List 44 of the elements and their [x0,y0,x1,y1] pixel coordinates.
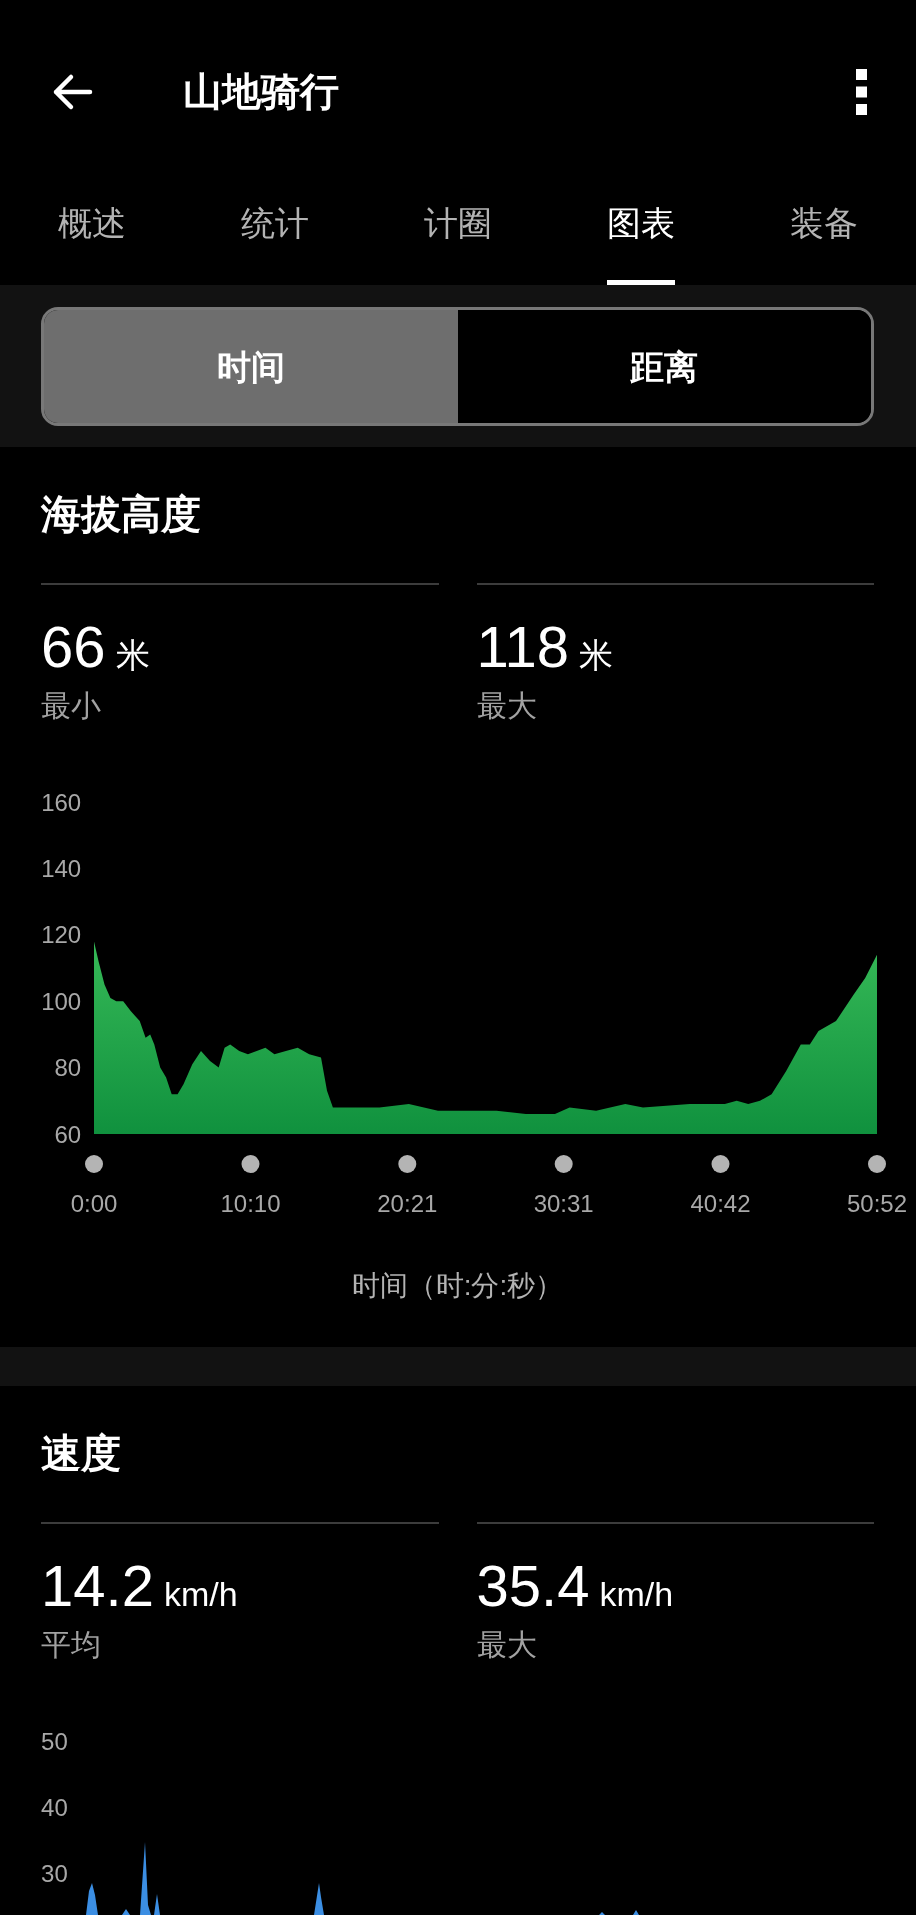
stat-label: 最大 [476,1628,538,1662]
tick-marker-icon [241,1155,260,1173]
page-title: 山地骑行 [183,69,340,115]
tab[interactable]: 装备 [790,184,859,285]
tick-marker-icon [554,1155,573,1173]
tab[interactable]: 概述 [57,184,126,285]
stat-unit: km/h [163,1574,238,1615]
stat-unit: km/h [599,1574,674,1615]
tick-marker-icon [711,1155,730,1173]
stat-label: 平均 [41,1628,102,1662]
axis-title: 时间（时:分:秒） [350,1269,565,1303]
tick-marker-icon [868,1155,886,1173]
stat-label: 最小 [41,689,102,723]
x-tick-label: 20:21 [377,1189,438,1217]
y-tick-label: 80 [54,1054,82,1082]
kebab-menu-icon[interactable] [856,69,867,115]
section-title: 速度 [41,1433,122,1473]
tab[interactable]: 计圈 [424,184,492,285]
tick-marker-icon [398,1155,417,1173]
tick-marker-icon [85,1155,103,1173]
y-tick-label: 100 [41,987,82,1015]
y-tick-label: 50 [41,1727,68,1755]
x-tick-label: 30:31 [533,1189,594,1217]
stat-value: 118 [476,615,569,679]
tab[interactable]: 统计 [240,184,309,285]
y-tick-label: 60 [54,1120,82,1148]
stat-unit: 米 [578,635,613,676]
stat-value: 66 [41,615,106,679]
stat-label: 最大 [476,689,538,723]
x-tick-label: 0:00 [70,1189,118,1217]
y-tick-label: 140 [41,854,82,882]
y-tick-label: 30 [41,1860,68,1888]
segment-button[interactable]: 时间 [44,310,458,423]
y-tick-label: 120 [41,921,82,949]
x-tick-label: 10:10 [220,1189,281,1217]
x-tick-label: 40:42 [690,1189,751,1217]
stat-unit: 米 [115,635,150,676]
stat-value: 35.4 [476,1554,590,1618]
back-arrow-icon[interactable] [51,73,93,111]
y-tick-label: 40 [41,1793,68,1821]
y-tick-label: 160 [41,788,82,816]
x-tick-label: 50:52 [846,1189,908,1217]
section-title: 海拔高度 [41,494,202,534]
stat-value: 14.2 [41,1554,154,1618]
